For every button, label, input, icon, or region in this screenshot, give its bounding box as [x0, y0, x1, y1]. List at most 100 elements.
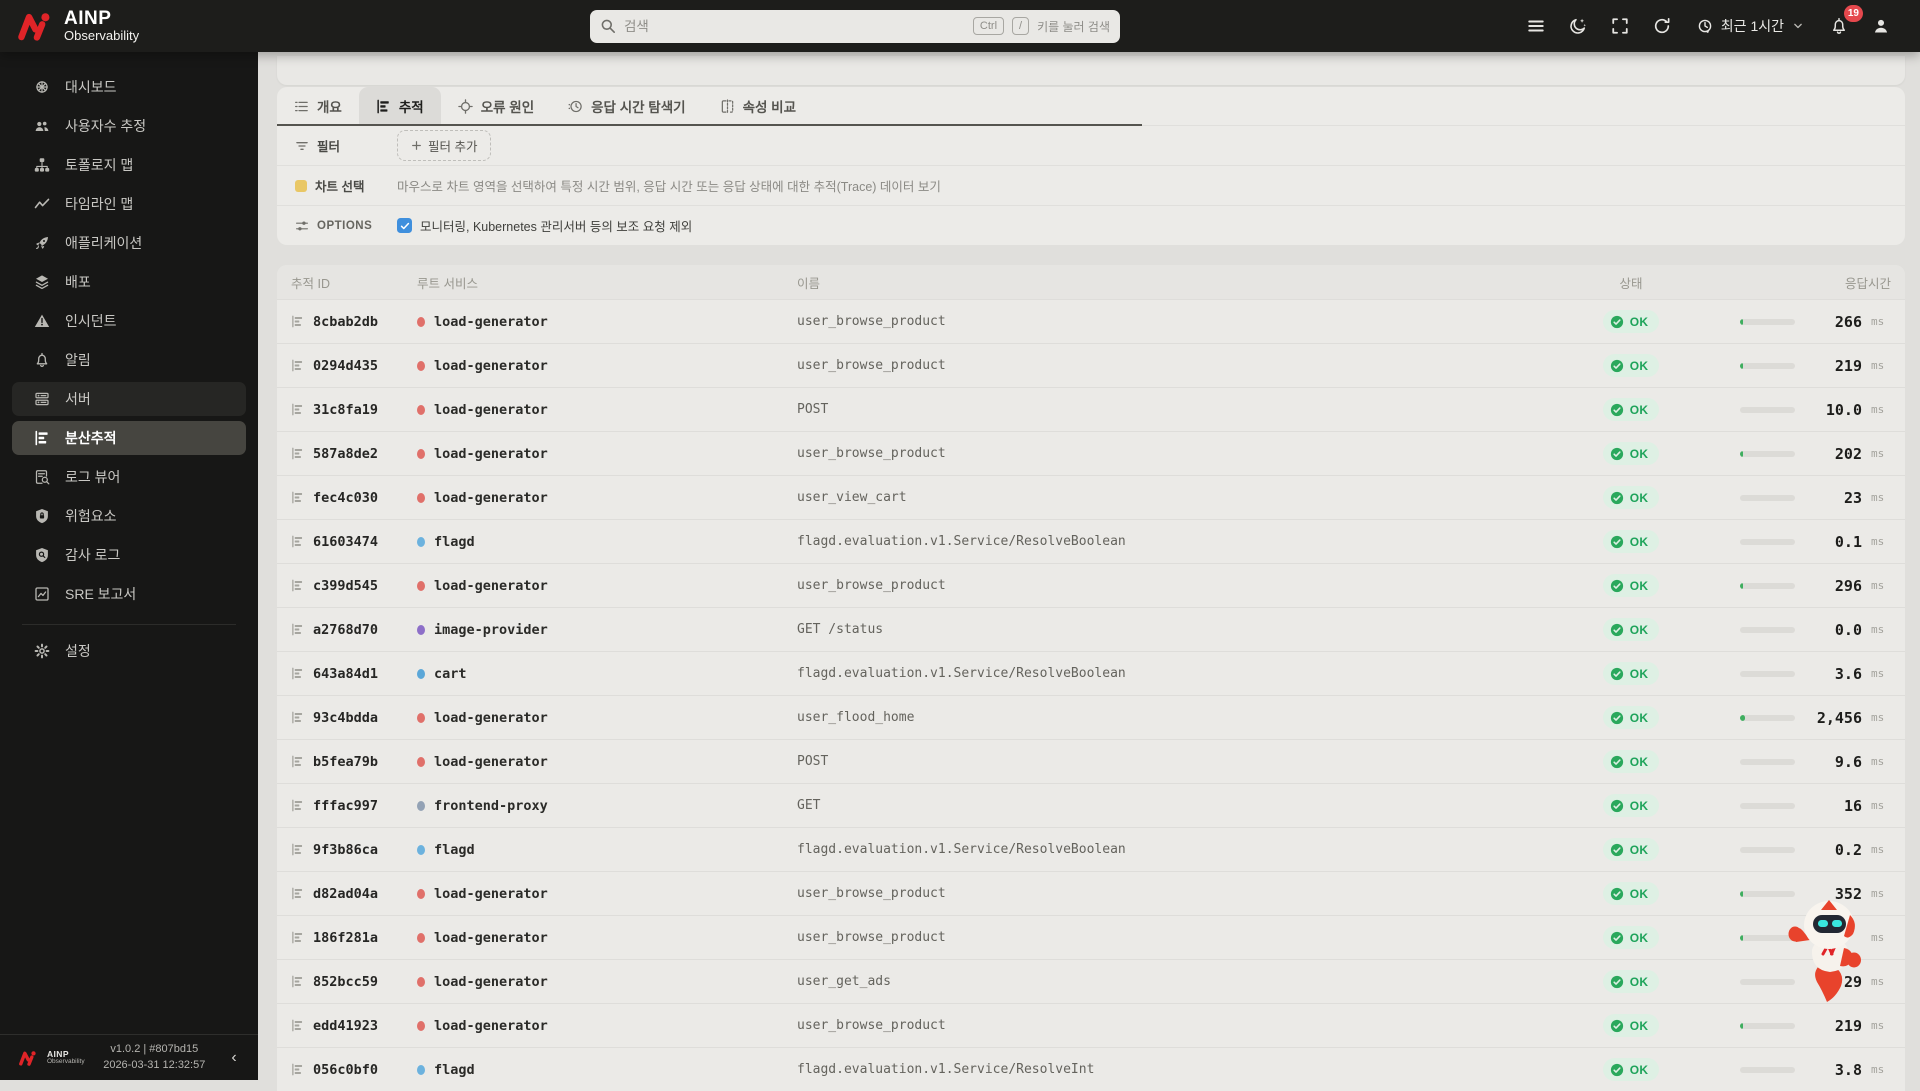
tab-crosshair[interactable]: 오류 원인 [441, 87, 551, 125]
table-header-row: 추적 ID 루트 서비스 이름 상태 응답시간 [277, 265, 1905, 299]
global-search[interactable]: Ctrl / 키를 눌러 검색 [590, 10, 1120, 43]
tab-list[interactable]: 개요 [277, 87, 359, 125]
trace-id: 61603474 [313, 534, 378, 550]
duration-bar [1740, 1067, 1795, 1073]
trace-table-row[interactable]: edd41923 load-generator user_browse_prod… [277, 1003, 1905, 1047]
sidebar-item-users[interactable]: 사용자수 추정 [12, 109, 246, 143]
sidebar-item-shieldsearch[interactable]: 감사 로그 [12, 538, 246, 572]
trace-table-row[interactable]: d82ad04a load-generator user_browse_prod… [277, 871, 1905, 915]
sidebar-item-layers[interactable]: 배포 [12, 265, 246, 299]
trace-table-row[interactable]: 93c4bdda load-generator user_flood_home … [277, 695, 1905, 739]
plus-icon [411, 140, 422, 151]
root-service-name: load-generator [434, 1018, 548, 1034]
topology-icon [34, 157, 50, 173]
checkbox-icon[interactable] [397, 218, 412, 233]
sidebar-item-warning[interactable]: 인시던트 [12, 304, 246, 338]
check-circle-icon [1610, 799, 1624, 813]
trace-id: 056c0bf0 [313, 1062, 378, 1078]
duration-value: 266 [1804, 313, 1862, 331]
duration-bar [1740, 1023, 1795, 1029]
tab-clock[interactable]: 응답 시간 탐색기 [551, 87, 702, 125]
root-service-name: load-generator [434, 974, 548, 990]
options-row: OPTIONS 모니터링, Kubernetes 관리서버 등의 보조 요청 제… [277, 205, 1905, 245]
layers-icon [34, 274, 50, 290]
trace-table-row[interactable]: 186f281a load-generator user_browse_prod… [277, 915, 1905, 959]
theme-toggle-button[interactable] [1561, 9, 1595, 43]
duration-value: 219 [1804, 1017, 1862, 1035]
chevron-down-icon [1792, 20, 1804, 32]
span-name: user_browse_product [797, 358, 946, 373]
trace-table-row[interactable]: 587a8de2 load-generator user_browse_prod… [277, 431, 1905, 475]
sidebar-collapse-button[interactable]: ‹ [224, 1049, 244, 1067]
top-bar: AINP Observability Ctrl / 키를 눌러 검색 최근 1시… [0, 0, 1920, 52]
root-service-name: load-generator [434, 578, 548, 594]
root-service-name: load-generator [434, 930, 548, 946]
trace-table-row[interactable]: 9f3b86ca flagd flagd.evaluation.v1.Servi… [277, 827, 1905, 871]
trace-table-row[interactable]: c399d545 load-generator user_browse_prod… [277, 563, 1905, 607]
filter-label: 필터 [317, 136, 340, 155]
trace-table-row[interactable]: 31c8fa19 load-generator POST OK 10.0 ms [277, 387, 1905, 431]
trace-table-row[interactable]: 056c0bf0 flagd flagd.evaluation.v1.Servi… [277, 1047, 1905, 1091]
sidebar-item-logview[interactable]: 로그 뷰어 [12, 460, 246, 494]
trace-table-row[interactable]: 852bcc59 load-generator user_get_ads OK … [277, 959, 1905, 1003]
status-badge: OK [1603, 618, 1660, 641]
trace-id: fec4c030 [313, 490, 378, 506]
root-service-name: flagd [434, 1062, 475, 1078]
status-badge: OK [1603, 970, 1660, 993]
trace-id: a2768d70 [313, 622, 378, 638]
sidebar-item-topology[interactable]: 토폴로지 맵 [12, 148, 246, 182]
duration-value: 3.8 [1804, 1061, 1862, 1079]
trace-table-row[interactable]: 8cbab2db load-generator user_browse_prod… [277, 299, 1905, 343]
menu-button[interactable] [1519, 9, 1553, 43]
duration-unit: ms [1871, 315, 1891, 328]
sidebar-footer: AINP Observability v1.0.2 | #807bd15 202… [0, 1034, 258, 1080]
trace-table-row[interactable]: 643a84d1 cart flagd.evaluation.v1.Servic… [277, 651, 1905, 695]
trace-table-row[interactable]: 61603474 flagd flagd.evaluation.v1.Servi… [277, 519, 1905, 563]
tab-trace[interactable]: 추적 [359, 87, 441, 125]
trace-table-row[interactable]: b5fea79b load-generator POST OK 9.6 ms [277, 739, 1905, 783]
sidebar-item-rocket[interactable]: 애플리케이션 [12, 226, 246, 260]
filter-icon [295, 139, 309, 153]
brand-logo[interactable]: AINP Observability [0, 9, 300, 43]
build-timestamp: 2026-03-31 12:32:57 [94, 1058, 215, 1074]
sidebar-item-report[interactable]: SRE 보고서 [12, 577, 246, 611]
time-range-selector[interactable]: 최근 1시간 [1687, 9, 1814, 43]
user-menu-button[interactable] [1864, 9, 1898, 43]
trace-table-row[interactable]: fec4c030 load-generator user_view_cart O… [277, 475, 1905, 519]
user-avatar-icon [1872, 17, 1890, 35]
sidebar-item-helm[interactable]: 대시보드 [12, 70, 246, 104]
bell-icon [34, 352, 50, 368]
root-service-name: frontend-proxy [434, 798, 548, 814]
search-input[interactable] [624, 19, 965, 34]
span-name: user_browse_product [797, 314, 946, 329]
trace-id: c399d545 [313, 578, 378, 594]
notifications-button[interactable]: 19 [1822, 9, 1856, 43]
trace-table-row[interactable]: a2768d70 image-provider GET /status OK 0… [277, 607, 1905, 651]
sidebar-item-gear[interactable]: 설정 [12, 634, 246, 668]
check-circle-icon [1610, 931, 1624, 945]
assistant-mascot[interactable] [1784, 898, 1876, 1006]
status-badge: OK [1603, 926, 1660, 949]
trace-icon [291, 623, 304, 636]
sidebar-item-bell[interactable]: 알림 [12, 343, 246, 377]
fullscreen-button[interactable] [1603, 9, 1637, 43]
sidebar-item-shieldlock[interactable]: 위험요소 [12, 499, 246, 533]
sidebar-item-timeline[interactable]: 타임라인 맵 [12, 187, 246, 221]
refresh-button[interactable] [1645, 9, 1679, 43]
check-circle-icon [1610, 1019, 1624, 1033]
status-badge: OK [1603, 398, 1660, 421]
exclude-aux-requests-checkbox[interactable]: 모니터링, Kubernetes 관리서버 등의 보조 요청 제외 [397, 216, 692, 235]
sidebar-item-label: 로그 뷰어 [65, 467, 120, 487]
tab-compare[interactable]: 속성 비교 [703, 87, 813, 125]
service-color-dot [417, 889, 425, 899]
sidebar-item-server[interactable]: 서버 [12, 382, 246, 416]
sidebar-item-trace[interactable]: 분산추적 [12, 421, 246, 455]
duration-value: 10.0 [1804, 401, 1862, 419]
add-filter-button[interactable]: 필터 추가 [397, 130, 491, 161]
duration-bar [1740, 407, 1795, 413]
trace-icon [291, 887, 304, 900]
trace-table-row[interactable]: 0294d435 load-generator user_browse_prod… [277, 343, 1905, 387]
trace-table-row[interactable]: fffac997 frontend-proxy GET OK 16 ms [277, 783, 1905, 827]
sidebar-item-label: 분산추적 [65, 428, 117, 448]
check-circle-icon [1610, 315, 1624, 329]
